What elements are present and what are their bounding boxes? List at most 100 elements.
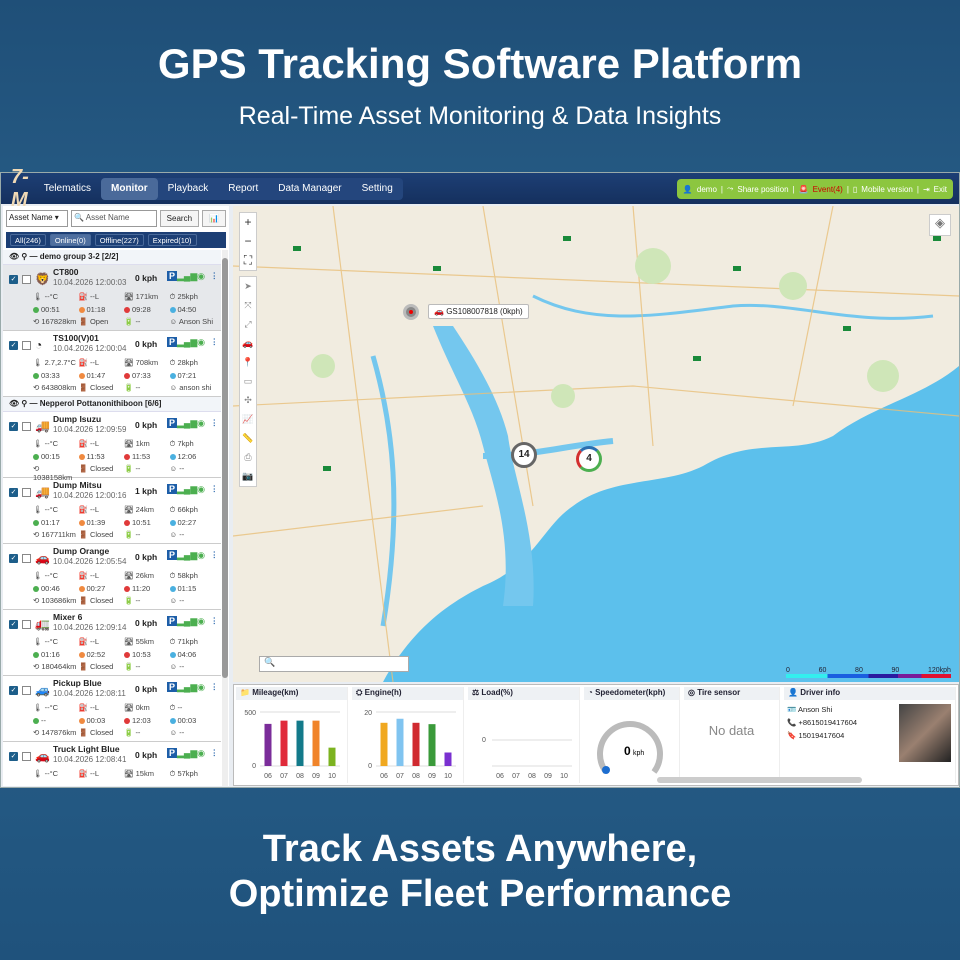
event-link[interactable]: Event(4) xyxy=(813,185,843,194)
vehicle-checkbox[interactable]: ✓ xyxy=(9,686,18,695)
cluster-marker[interactable]: 4 xyxy=(576,446,602,472)
more-menu-icon[interactable]: ⋮ xyxy=(211,682,219,691)
more-menu-icon[interactable]: ⋮ xyxy=(211,337,219,346)
vehicle-stats: 🌡 --°C ⛽ --L 🛣 1km ⏱ 7kph 00:15 11:53 11:53 12:… xyxy=(33,439,215,482)
y-tick-label: 500 xyxy=(244,710,256,717)
stat-total: ⟲ 180464km xyxy=(33,662,79,671)
search-field-select[interactable]: Asset Name ▾ xyxy=(6,210,68,227)
fullscreen-icon[interactable]: ⛶ xyxy=(244,251,252,270)
cluster-marker[interactable]: 14 xyxy=(511,442,537,468)
search-button[interactable]: Search xyxy=(159,210,200,227)
user-link[interactable]: demo xyxy=(697,185,717,194)
vehicle-icon: 🚗 xyxy=(35,749,50,763)
signal-icon: ▂▄▆ xyxy=(177,484,198,494)
vehicle-checkbox[interactable]: ✓ xyxy=(9,554,18,563)
exit-link[interactable]: Exit xyxy=(934,185,947,194)
more-menu-icon[interactable]: ⋮ xyxy=(211,550,219,559)
poi-icon[interactable]: 📍 xyxy=(242,353,253,372)
follow-checkbox[interactable] xyxy=(22,752,31,761)
stat-door: 🚪 Closed xyxy=(79,662,125,671)
driver-icon: ☺ xyxy=(169,317,179,326)
follow-checkbox[interactable] xyxy=(22,422,31,431)
vehicle-item[interactable]: ✓ 🚛 Mixer 6 10.04.2026 12:09:14 0 kph P ▂▄▆◉ ⋮ 🌡… xyxy=(3,610,221,676)
tab-expired[interactable]: Expired(10) xyxy=(147,234,197,246)
vehicle-item[interactable]: ✓ 🚚 Dump Isuzu 10.04.2026 12:09:59 0 kph P ▂▄▆… xyxy=(3,412,221,482)
vehicle-checkbox[interactable]: ✓ xyxy=(9,620,18,629)
zoom-in-icon[interactable]: + xyxy=(244,213,251,232)
navigate-icon[interactable]: ➤ xyxy=(244,277,252,296)
stat-value: 01:47 xyxy=(86,371,106,380)
tab-online[interactable]: Online(0) xyxy=(49,234,91,246)
area-icon[interactable]: ⤧ xyxy=(244,296,251,315)
vehicle-item[interactable]: ✓ 🦁 CT800 10.04.2026 12:00:03 0 kph P ▂▄▆◉ ⋮ 🌡 -… xyxy=(3,265,221,331)
compass-icon[interactable]: ✣ xyxy=(244,391,252,410)
stat-value: -- xyxy=(177,703,183,712)
t1-dot-icon xyxy=(33,454,39,461)
chart-tool-icon[interactable]: 📈 xyxy=(242,410,253,429)
vehicle-item[interactable]: ✓ ◔ TS100(V)01 10.04.2026 12:00:04 0 kph P ▂▄▆… xyxy=(3,331,221,397)
vehicle-checkbox[interactable]: ✓ xyxy=(9,275,18,284)
nav-monitor[interactable]: Monitor xyxy=(101,177,158,200)
tab-offline[interactable]: Offline(227) xyxy=(94,234,144,246)
follow-checkbox[interactable] xyxy=(22,554,31,563)
vehicle-marker[interactable] xyxy=(403,304,419,320)
vehicle-checkbox[interactable]: ✓ xyxy=(9,488,18,497)
more-menu-icon[interactable]: ⋮ xyxy=(211,748,219,757)
stat-avg: ⏱ -- xyxy=(170,703,216,713)
map[interactable]: + − ⛶ ➤ ⤧ ⤢ 🚗 📍 ▭ ✣ 📈 📏 ⎙ 📷 ◈ 🚗 GS108007818 (0kph) 1… xyxy=(233,206,959,682)
search-input[interactable]: 🔍 Asset Name xyxy=(71,210,157,227)
vehicle-item[interactable]: ✓ 🚙 Pickup Blue 10.04.2026 12:08:11 0 kph P ▂▄… xyxy=(3,676,221,742)
nav-report[interactable]: Report xyxy=(218,178,268,200)
measure-icon[interactable]: ⤢ xyxy=(244,315,251,334)
follow-checkbox[interactable] xyxy=(22,341,31,350)
more-menu-icon[interactable]: ⋮ xyxy=(211,418,219,427)
vehicle-checkbox[interactable]: ✓ xyxy=(9,341,18,350)
vehicle-item[interactable]: ✓ 🚚 Dump Mitsu 10.04.2026 12:00:16 1 kph P ▂▄▆… xyxy=(3,478,221,544)
zoom-out-icon[interactable]: − xyxy=(244,232,251,251)
tab-all[interactable]: All(246) xyxy=(10,234,46,246)
more-menu-icon[interactable]: ⋮ xyxy=(211,616,219,625)
ruler-icon[interactable]: 📏 xyxy=(242,429,253,448)
panel-scrollbar[interactable] xyxy=(657,777,862,783)
stat-value: 01:17 xyxy=(41,518,60,527)
list-scrollbar[interactable] xyxy=(222,250,228,786)
nav-data-manager[interactable]: Data Manager xyxy=(268,178,351,200)
camera-icon[interactable]: 📷 xyxy=(242,467,253,486)
vehicle-time: 10.04.2026 12:09:59 xyxy=(53,425,127,434)
mobile-version-link[interactable]: Mobile version xyxy=(861,185,913,194)
stat-fuel: ⛽ --L xyxy=(79,637,125,647)
map-search-input[interactable]: 🔍 xyxy=(259,656,409,672)
more-menu-icon[interactable]: ⋮ xyxy=(211,271,219,280)
follow-checkbox[interactable] xyxy=(22,488,31,497)
nav-playback[interactable]: Playback xyxy=(158,178,219,200)
chart-icon[interactable]: 📊 xyxy=(202,210,226,227)
stat-fuel: ⛽ --L xyxy=(79,439,125,449)
follow-checkbox[interactable] xyxy=(22,620,31,629)
vehicle-checkbox[interactable]: ✓ xyxy=(9,422,18,431)
traffic-icon[interactable]: 🚗 xyxy=(242,334,253,353)
fuel-icon: ⛽ xyxy=(78,292,90,301)
layers-icon[interactable]: ◈ xyxy=(929,214,951,236)
stat-value: 00:46 xyxy=(41,584,60,593)
gps-icon: ◉ xyxy=(197,418,206,428)
vehicle-item[interactable]: ✓ 🚗 Truck Light Blue 10.04.2026 12:08:41 0 k… xyxy=(3,742,221,786)
driver-title-text: Driver info xyxy=(800,688,841,697)
group-header[interactable]: 👁 ⚲ — demo group 3-2 [2/2] xyxy=(3,250,221,265)
vehicle-checkbox[interactable]: ✓ xyxy=(9,752,18,761)
status-icons: P ▂▄▆◉ xyxy=(167,337,205,348)
follow-checkbox[interactable] xyxy=(22,275,31,284)
nav-setting[interactable]: Setting xyxy=(352,178,403,200)
scrollbar-thumb[interactable] xyxy=(222,258,228,678)
vehicle-item[interactable]: ✓ 🚗 Dump Orange 10.04.2026 12:05:54 0 kph P ▂▄… xyxy=(3,544,221,610)
stat-t3: 12:03 xyxy=(124,716,170,725)
print-icon[interactable]: ⎙ xyxy=(244,448,251,467)
more-menu-icon[interactable]: ⋮ xyxy=(211,484,219,493)
load-title: ⚖ Load(%) xyxy=(468,687,579,700)
stat-value: --L xyxy=(89,292,100,301)
follow-checkbox[interactable] xyxy=(22,686,31,695)
group-header[interactable]: 👁 ⚲ — Nepperol Pottanonithiboon [6/6] xyxy=(3,397,221,412)
geofence-icon[interactable]: ▭ xyxy=(244,372,253,391)
share-position-link[interactable]: Share position xyxy=(737,185,788,194)
stat-t1: -- xyxy=(33,716,79,725)
t4-dot-icon xyxy=(169,373,176,380)
